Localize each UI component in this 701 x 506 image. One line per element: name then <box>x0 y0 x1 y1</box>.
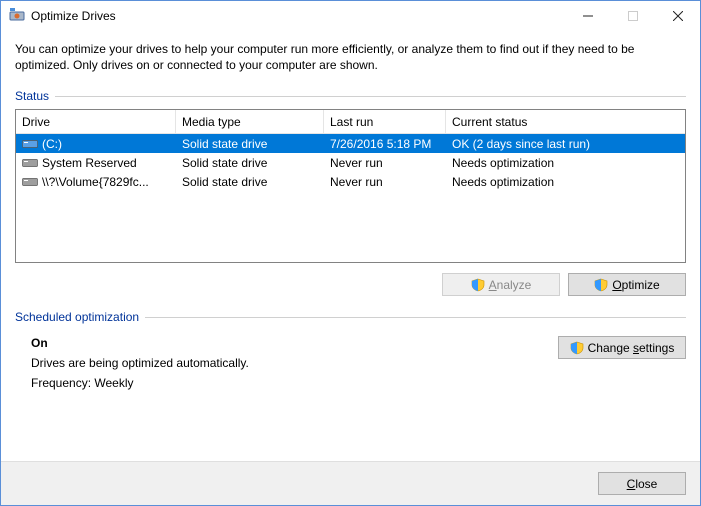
maximize-button <box>610 1 655 31</box>
col-drive-header[interactable]: Drive <box>16 110 176 133</box>
shield-icon <box>471 278 485 292</box>
status-button-row: Analyze Optimize <box>15 273 686 296</box>
optimize-label: Optimize <box>612 278 659 292</box>
change-settings-button[interactable]: Change settings <box>558 336 686 359</box>
close-dialog-button[interactable]: Close <box>598 472 686 495</box>
drive-icon <box>22 157 38 169</box>
analyze-button: Analyze <box>442 273 560 296</box>
minimize-button[interactable] <box>565 1 610 31</box>
media-cell: Solid state drive <box>176 137 324 151</box>
schedule-freq: Frequency: Weekly <box>31 376 558 390</box>
table-body: (C:)Solid state drive7/26/2016 5:18 PMOK… <box>16 134 685 191</box>
status-cell: Needs optimization <box>446 156 685 170</box>
optimize-button[interactable]: Optimize <box>568 273 686 296</box>
content-area: You can optimize your drives to help you… <box>1 31 700 461</box>
shield-icon <box>570 341 584 355</box>
last-run-cell: Never run <box>324 175 446 189</box>
drive-name: System Reserved <box>42 156 137 170</box>
drive-cell: System Reserved <box>16 156 176 170</box>
window-controls <box>565 1 700 31</box>
table-row[interactable]: (C:) Solid state drive7/26/2016 5:18 PMOK… <box>16 134 685 153</box>
last-run-cell: 7/26/2016 5:18 PM <box>324 137 446 151</box>
drive-name: \\?\Volume{7829fc... <box>42 175 149 189</box>
col-last-header[interactable]: Last run <box>324 110 446 133</box>
drive-name: (C:) <box>42 137 62 151</box>
analyze-label: Analyze <box>489 278 532 292</box>
divider <box>55 96 686 97</box>
intro-text: You can optimize your drives to help you… <box>15 41 686 73</box>
drive-icon <box>22 176 38 188</box>
drive-cell: (C:) <box>16 137 176 151</box>
titlebar: Optimize Drives <box>1 1 700 31</box>
shield-icon <box>594 278 608 292</box>
drive-cell: \\?\Volume{7829fc... <box>16 175 176 189</box>
media-cell: Solid state drive <box>176 156 324 170</box>
status-header: Status <box>15 89 686 103</box>
status-label: Status <box>15 89 49 103</box>
col-status-header[interactable]: Current status <box>446 110 685 133</box>
schedule-desc: Drives are being optimized automatically… <box>31 356 558 370</box>
table-row[interactable]: \\?\Volume{7829fc... Solid state driveNev… <box>16 172 685 191</box>
change-settings-label: Change settings <box>588 341 675 355</box>
close-label: Close <box>627 477 658 491</box>
drive-icon <box>22 138 38 150</box>
divider <box>145 317 686 318</box>
schedule-state: On <box>31 336 558 350</box>
media-cell: Solid state drive <box>176 175 324 189</box>
last-run-cell: Never run <box>324 156 446 170</box>
footer: Close <box>1 461 700 505</box>
schedule-body: On Drives are being optimized automatica… <box>15 330 686 396</box>
schedule-header: Scheduled optimization <box>15 310 686 324</box>
status-cell: OK (2 days since last run) <box>446 137 685 151</box>
schedule-label: Scheduled optimization <box>15 310 139 324</box>
table-row[interactable]: System Reserved Solid state driveNever ru… <box>16 153 685 172</box>
window-title: Optimize Drives <box>31 9 565 23</box>
close-button[interactable] <box>655 1 700 31</box>
drives-table: Drive Media type Last run Current status… <box>15 109 686 263</box>
app-icon <box>9 8 25 24</box>
status-cell: Needs optimization <box>446 175 685 189</box>
table-header: Drive Media type Last run Current status <box>16 110 685 134</box>
col-media-header[interactable]: Media type <box>176 110 324 133</box>
